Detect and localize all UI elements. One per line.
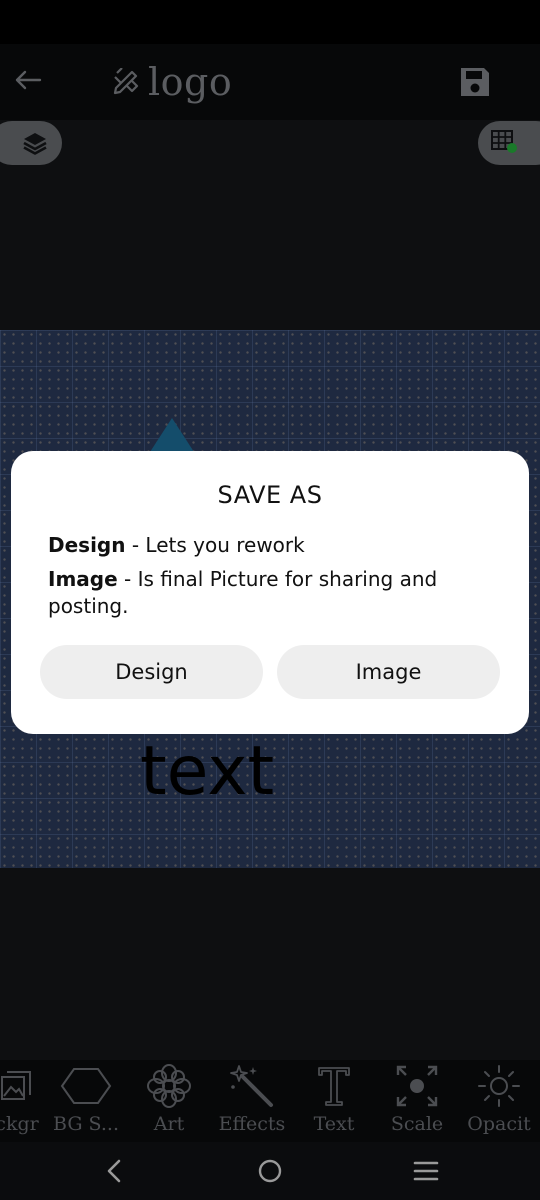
tool-label: Text <box>313 1113 355 1135</box>
tool-text[interactable]: Text <box>304 1060 364 1142</box>
design-desc-text: - Lets you rework <box>125 533 305 557</box>
edit-pencil-ruler-icon <box>113 68 139 95</box>
back-button[interactable] <box>8 58 48 102</box>
design-description: Design - Lets you rework <box>48 533 305 557</box>
canvas-text-element[interactable]: text <box>140 738 274 806</box>
image-stack-icon <box>1 1071 31 1100</box>
grid-icon <box>491 130 517 153</box>
save-floppy-icon <box>461 68 489 96</box>
save-image-button[interactable]: Image <box>277 645 500 699</box>
save-button[interactable] <box>452 60 498 104</box>
back-arrow-icon <box>15 70 42 90</box>
flower-icon <box>147 1064 191 1108</box>
tool-bg-shape[interactable]: BG S... <box>50 1060 122 1142</box>
chevron-left-icon <box>107 1159 121 1183</box>
dialog-title: SAVE AS <box>217 481 323 509</box>
tool-label: Art <box>153 1113 185 1135</box>
save-as-dialog: SAVE AS Design - Lets you rework Image -… <box>11 451 529 734</box>
image-description: Image - Is final Picture for sharing and… <box>48 566 498 620</box>
sun-brightness-icon <box>478 1065 520 1107</box>
layers-button[interactable] <box>0 121 62 165</box>
text-icon <box>318 1067 350 1106</box>
tool-scale[interactable]: Scale <box>386 1060 448 1142</box>
tool-label: Scale <box>390 1113 444 1135</box>
canvas-shape[interactable] <box>150 418 194 452</box>
status-bar <box>0 0 540 44</box>
tool-opacity[interactable]: Opacit <box>462 1060 536 1142</box>
menu-lines-icon <box>413 1161 439 1181</box>
tool-background[interactable]: ckgr <box>0 1060 42 1142</box>
tool-effects[interactable]: Effects <box>214 1060 290 1142</box>
tool-label: Effects <box>218 1113 286 1135</box>
nav-home-button[interactable] <box>252 1150 288 1192</box>
layers-icon <box>23 133 47 155</box>
nav-back-button[interactable] <box>96 1150 132 1192</box>
tool-art[interactable]: Art <box>138 1060 200 1142</box>
save-design-button[interactable]: Design <box>40 645 263 699</box>
home-circle-icon <box>258 1159 282 1183</box>
tool-label: ckgr <box>0 1113 39 1135</box>
magic-wand-icon <box>230 1065 273 1107</box>
image-term: Image <box>48 567 118 591</box>
hexagon-icon <box>60 1068 112 1104</box>
app-title-text: logo <box>148 60 233 104</box>
grid-toggle-button[interactable] <box>478 121 540 165</box>
tool-label: Opacit <box>467 1113 531 1135</box>
app-title: logo <box>112 56 232 108</box>
tool-label: BG S... <box>53 1113 119 1135</box>
scale-arrows-icon <box>396 1065 438 1107</box>
nav-menu-button[interactable] <box>408 1150 444 1192</box>
design-term: Design <box>48 533 126 557</box>
